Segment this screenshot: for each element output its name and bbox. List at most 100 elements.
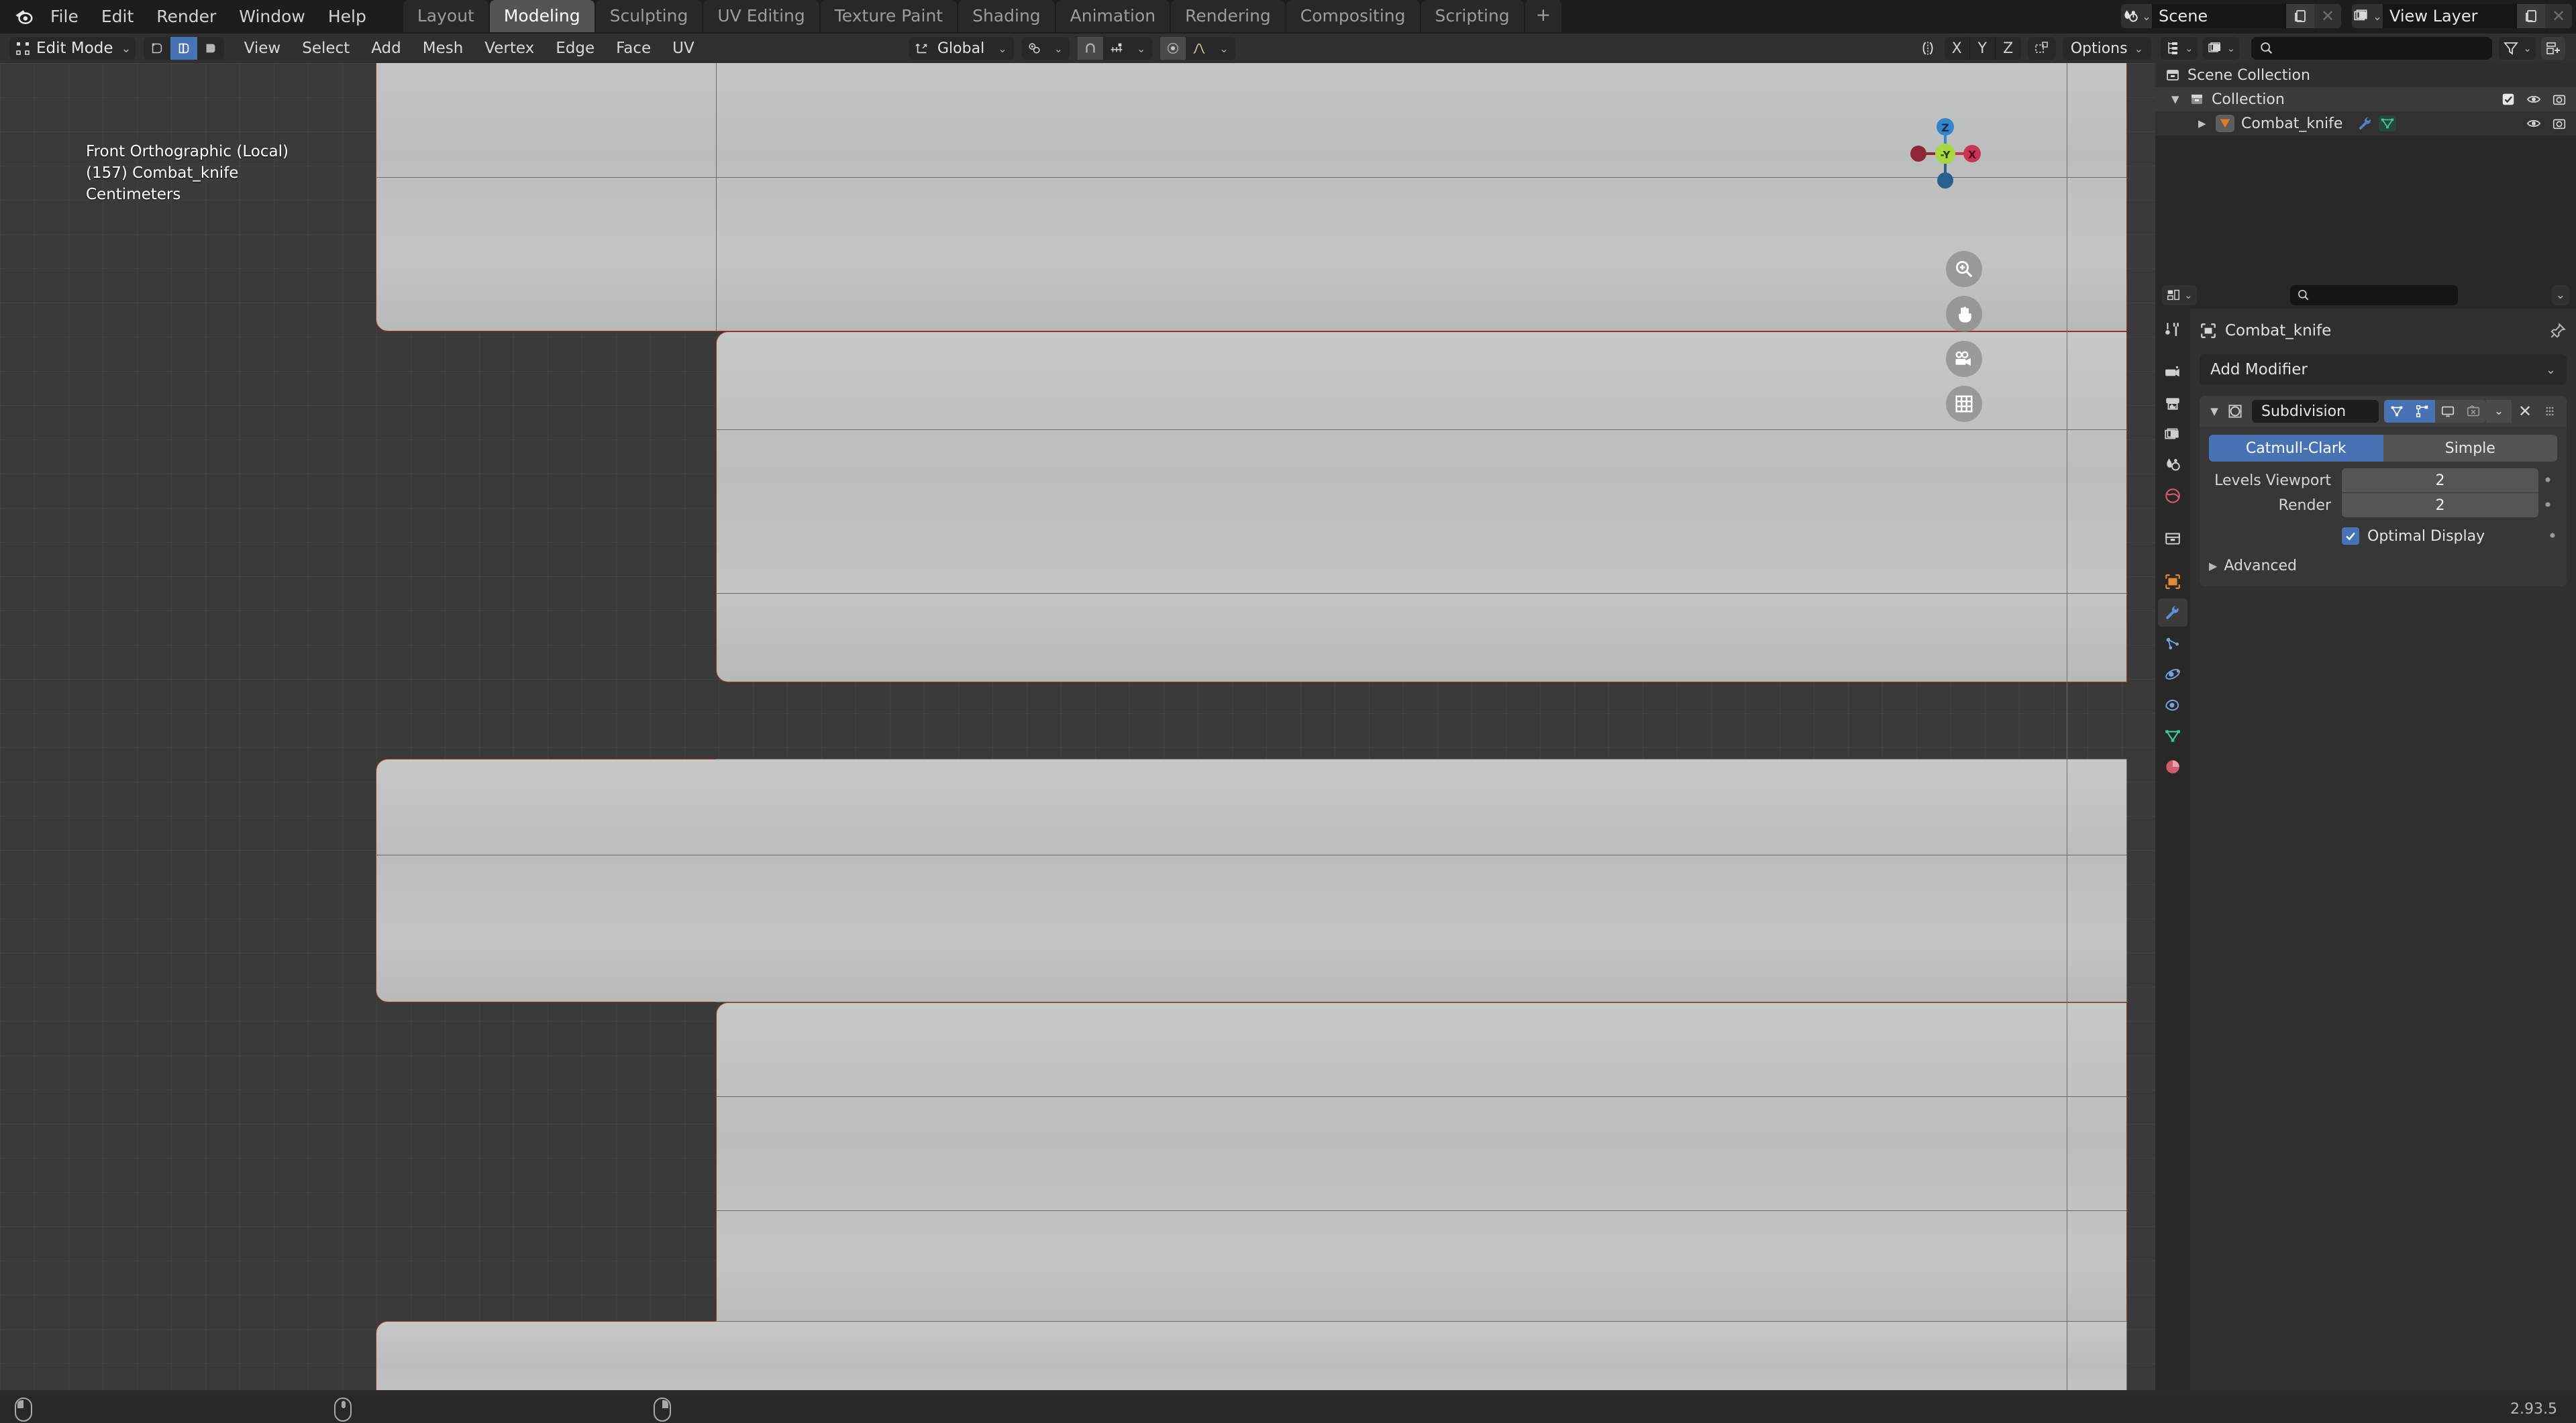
toggle-ortho-persp-icon[interactable]: [1946, 386, 1982, 422]
outliner-filter-icon[interactable]: ⌄: [2499, 37, 2536, 60]
mode-selector[interactable]: Edit Mode ⌄: [9, 37, 136, 60]
camera-icon[interactable]: [2552, 92, 2567, 107]
tab-texture-paint[interactable]: Texture Paint: [820, 0, 958, 32]
menu-window[interactable]: Window: [227, 3, 317, 30]
mirror-axis-z[interactable]: Z: [1996, 37, 2021, 60]
material-tab-icon[interactable]: [2158, 753, 2187, 781]
edit-mode-display-icon[interactable]: [2410, 400, 2435, 423]
vertex-select-icon[interactable]: [144, 37, 170, 60]
new-collection-icon[interactable]: [2541, 37, 2565, 60]
triangle-down-icon[interactable]: ▼: [2205, 405, 2224, 417]
checkbox-checked-icon[interactable]: [2501, 92, 2516, 107]
snap-increment-icon[interactable]: [1103, 37, 1130, 60]
scene-tab-icon[interactable]: [2158, 451, 2187, 479]
properties-editor-icon[interactable]: ⌄: [2162, 285, 2197, 305]
edge-select-icon[interactable]: [170, 37, 197, 60]
viewport-menu-face[interactable]: Face: [605, 36, 662, 60]
scene-unlink-icon[interactable]: ✕: [2314, 4, 2341, 28]
pivot-point-selector[interactable]: ⌄: [1021, 37, 1070, 60]
properties-search-input[interactable]: [2290, 285, 2459, 305]
on-cage-icon[interactable]: [2384, 400, 2410, 423]
tab-sculpting[interactable]: Sculpting: [595, 0, 703, 32]
view-layer-unlink-icon[interactable]: ✕: [2545, 4, 2572, 28]
output-tab-icon[interactable]: [2158, 389, 2187, 417]
option-catmull-clark[interactable]: Catmull-Clark: [2209, 435, 2383, 462]
view-layer-name[interactable]: View Layer: [2383, 4, 2517, 28]
camera-icon[interactable]: [2552, 116, 2567, 131]
add-modifier-button[interactable]: Add Modifier ⌄: [2200, 354, 2567, 385]
constraints-tab-icon[interactable]: [2158, 691, 2187, 719]
viewport-menu-select[interactable]: Select: [291, 36, 360, 60]
data-tab-icon[interactable]: [2158, 722, 2187, 750]
object-tab-icon[interactable]: [2158, 568, 2187, 596]
new-data-icon[interactable]: [2286, 4, 2314, 28]
animate-property-dot[interactable]: •: [2538, 471, 2557, 490]
tab-rendering[interactable]: Rendering: [1171, 0, 1285, 32]
animate-property-dot[interactable]: •: [2548, 527, 2557, 545]
snap-magnet-icon[interactable]: [1078, 37, 1103, 60]
proportional-edit-icon[interactable]: [1160, 37, 1186, 60]
viewport-menu-view[interactable]: View: [234, 36, 292, 60]
scene-icon[interactable]: ⌄: [2121, 4, 2152, 28]
viewport-options-button[interactable]: Options ⌄: [2062, 37, 2151, 60]
eye-icon[interactable]: [2526, 116, 2541, 131]
viewport-canvas[interactable]: Z X -Y Front Orthographic (Local) (157) …: [0, 63, 2155, 1395]
properties-options-button[interactable]: ⌄: [2551, 285, 2569, 305]
scene-name[interactable]: Scene: [2152, 4, 2286, 28]
toggle-xray-icon[interactable]: [2027, 37, 2056, 60]
tab-layout[interactable]: Layout: [403, 0, 488, 32]
collection-tab-icon[interactable]: [2158, 525, 2187, 553]
modifier-close-icon[interactable]: ✕: [2512, 400, 2538, 423]
pin-icon[interactable]: [2549, 322, 2567, 339]
scene-datablock[interactable]: ⌄ Scene ✕: [2121, 4, 2341, 28]
tool-tab-icon[interactable]: [2158, 315, 2187, 344]
outliner-search-input[interactable]: [2251, 37, 2493, 60]
chevron-down-icon[interactable]: ⌄: [1213, 42, 1235, 55]
outliner-display-mode-icon[interactable]: ⌄: [2161, 37, 2198, 60]
wrench-modifier-icon[interactable]: [2357, 115, 2373, 131]
menu-help[interactable]: Help: [317, 3, 378, 30]
mesh-data-icon[interactable]: [2379, 115, 2397, 131]
tab-scripting[interactable]: Scripting: [1421, 0, 1524, 32]
viewport-menu-mesh[interactable]: Mesh: [412, 36, 474, 60]
modifier-name-field[interactable]: Subdivision: [2252, 400, 2379, 423]
chevron-down-icon[interactable]: ⌄: [1130, 42, 1152, 55]
falloff-curve-icon[interactable]: [1186, 37, 1213, 60]
outliner-row-collection[interactable]: ▼ Collection: [2155, 87, 2576, 111]
add-workspace-button[interactable]: +: [1525, 0, 1562, 32]
physics-tab-icon[interactable]: [2158, 660, 2187, 688]
particles-tab-icon[interactable]: [2158, 629, 2187, 657]
outliner-row-scene-collection[interactable]: Scene Collection: [2155, 63, 2576, 87]
tab-modeling[interactable]: Modeling: [489, 0, 595, 32]
camera-view-icon[interactable]: [1946, 341, 1982, 377]
viewport-menu-vertex[interactable]: Vertex: [474, 36, 545, 60]
modifier-extras-chevron-icon[interactable]: ⌄: [2486, 400, 2512, 423]
view-layer-tab-icon[interactable]: [2158, 420, 2187, 448]
optimal-display-checkbox[interactable]: [2342, 527, 2359, 545]
navigation-gizmo[interactable]: Z X -Y: [1908, 117, 1982, 191]
tab-animation[interactable]: Animation: [1055, 0, 1170, 32]
animate-property-dot[interactable]: •: [2538, 496, 2557, 515]
advanced-section-toggle[interactable]: ▶ Advanced: [2209, 558, 2557, 574]
levels-viewport-input[interactable]: 2: [2342, 468, 2538, 492]
option-simple[interactable]: Simple: [2383, 435, 2557, 462]
menu-edit[interactable]: Edit: [90, 3, 145, 30]
eye-icon[interactable]: [2526, 92, 2541, 107]
menu-file[interactable]: File: [39, 3, 90, 30]
viewport-menu-uv[interactable]: UV: [662, 36, 705, 60]
render-levels-input[interactable]: 2: [2342, 493, 2538, 517]
world-tab-icon[interactable]: [2158, 482, 2187, 510]
transform-orientation-selector[interactable]: Global ⌄: [909, 37, 1014, 60]
pan-nav-icon[interactable]: [1946, 296, 1982, 332]
outliner-filter-id-icon[interactable]: ⌄: [2202, 37, 2240, 60]
drag-dots-icon[interactable]: [2538, 405, 2561, 418]
tab-compositing[interactable]: Compositing: [1286, 0, 1420, 32]
tab-uv-editing[interactable]: UV Editing: [703, 0, 819, 32]
tab-shading[interactable]: Shading: [958, 0, 1055, 32]
mirror-axis-x[interactable]: X: [1945, 37, 1970, 60]
render-tab-icon[interactable]: [2158, 358, 2187, 386]
modifier-tab-icon[interactable]: [2158, 598, 2187, 627]
realtime-display-icon[interactable]: [2435, 400, 2461, 423]
outliner-row-combat-knife[interactable]: ▶ Combat_knife: [2155, 111, 2576, 136]
menu-render[interactable]: Render: [145, 3, 227, 30]
